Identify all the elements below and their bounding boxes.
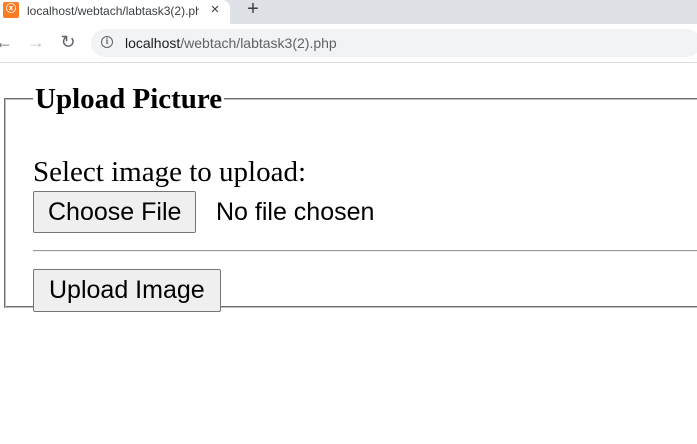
forward-arrow-icon[interactable]: → xyxy=(26,32,46,52)
site-info-icon[interactable]: i xyxy=(101,36,113,48)
browser-toolbar: ← → ↻ i localhost/webtach/labtask3(2).ph… xyxy=(0,24,697,63)
url-text[interactable]: localhost/webtach/labtask3(2).php xyxy=(125,35,337,51)
file-status-text: No file chosen xyxy=(216,198,375,226)
reload-icon[interactable]: ↻ xyxy=(58,32,78,52)
choose-file-button[interactable]: Choose File xyxy=(33,191,197,233)
browser-tab[interactable]: ⓧ localhost/webtach/labtask3(2).php × xyxy=(0,0,230,24)
url-path: /webtach/labtask3(2).php xyxy=(180,35,337,51)
close-tab-icon[interactable]: × xyxy=(207,1,223,19)
address-bar[interactable]: i localhost/webtach/labtask3(2).php xyxy=(91,29,697,57)
horizontal-rule xyxy=(33,250,697,252)
upload-fieldset: Upload Picture Select image to upload: C… xyxy=(4,83,697,312)
upload-prompt: Select image to upload: xyxy=(33,156,307,188)
upload-legend: Upload Picture xyxy=(35,83,223,115)
new-tab-icon[interactable]: + xyxy=(243,0,263,20)
tab-strip: ⓧ localhost/webtach/labtask3(2).php × + xyxy=(0,0,697,24)
back-arrow-icon[interactable]: ← xyxy=(0,32,14,52)
tab-title: localhost/webtach/labtask3(2).php xyxy=(27,4,199,18)
upload-image-button[interactable]: Upload Image xyxy=(33,269,221,312)
xampp-icon: ⓧ xyxy=(3,2,19,18)
url-host: localhost xyxy=(125,35,181,51)
